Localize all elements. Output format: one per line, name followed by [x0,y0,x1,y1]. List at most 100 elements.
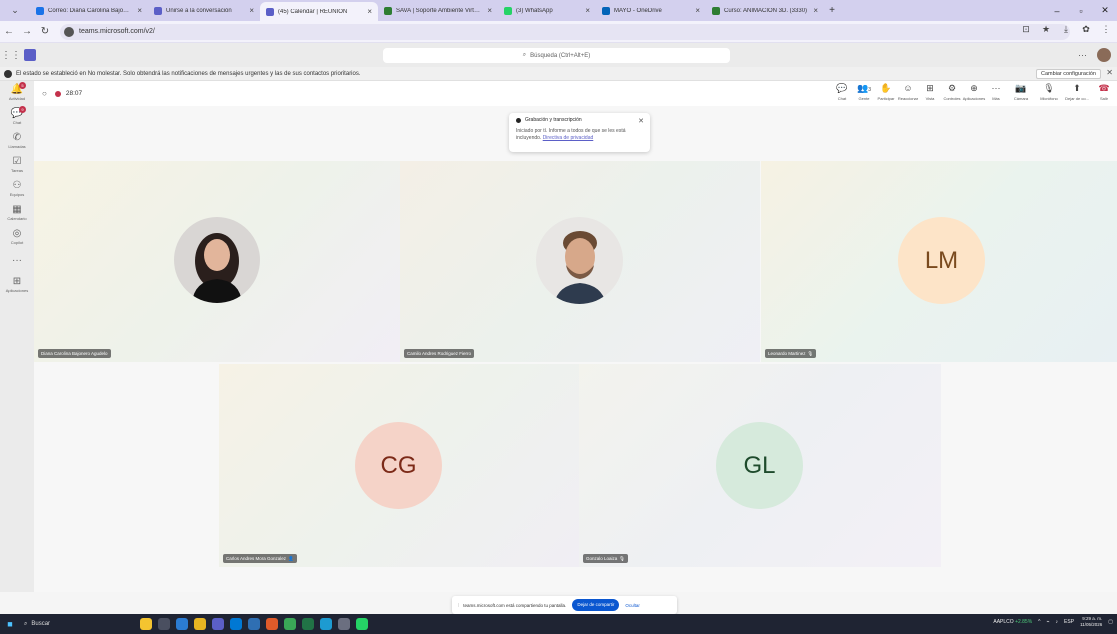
mic-control-button[interactable]: 🎙 Micrófono [1035,83,1063,101]
change-settings-button[interactable]: Cambiar configuración [1035,69,1101,79]
tab-search-icon[interactable]: ⌄ [0,0,30,21]
tab-favicon-icon [504,6,512,15]
rail-item-equipos[interactable]: ⚇ Equipos [0,177,34,199]
url-field[interactable]: teams.microsoft.com/v2/ [60,23,1070,40]
tray-overflow-icon[interactable]: ^ [1038,619,1040,625]
apps-icon: ⊞ [12,275,22,287]
clock[interactable]: 9:29 a. m. 11/05/2026 [1080,616,1102,628]
browser-tab[interactable]: Curso: ANIMACIÓN 3D. (3330) × [706,2,824,20]
close-popup-icon[interactable]: ✕ [638,117,644,125]
participant-tile-5[interactable]: GL Gonzalo Loaiza 🎙 [579,364,941,567]
stock-widget[interactable]: AAPLCO +2.85% [993,619,1032,625]
mail-icon[interactable] [338,618,350,630]
close-tab-icon[interactable]: × [487,6,492,15]
tab-favicon-icon [266,7,274,16]
forward-icon[interactable]: → [18,26,36,37]
volume-icon[interactable]: ♪ [1056,619,1059,625]
browser-tab[interactable]: Unirse a la conversación × [148,2,260,20]
more-options-icon[interactable]: ··· [1078,50,1087,60]
leave-button[interactable]: ☎ Salir [1091,83,1117,101]
stop-sharing-button[interactable]: Dejar de compartir [572,599,620,611]
record-icon [516,117,521,123]
reload-icon[interactable]: ↻ [36,26,54,37]
share-control-button[interactable]: ⬆ Dejar de co... [1063,83,1091,101]
close-tab-icon[interactable]: × [813,6,818,15]
extension-icon[interactable]: ✿ [1079,24,1093,38]
browser-tab[interactable]: (3) WhatsApp × [498,2,596,20]
close-tab-icon[interactable]: × [585,6,590,15]
participant-name-label: Gonzalo Loaiza 🎙 [583,554,628,563]
photos-icon[interactable] [320,618,332,630]
excel-icon[interactable] [302,618,314,630]
edge-icon[interactable] [176,618,188,630]
file-explorer-icon[interactable] [194,618,206,630]
tab-favicon-icon [712,6,720,15]
word-icon[interactable] [248,618,260,630]
rail-item-more[interactable]: ··· [0,249,34,271]
close-tab-icon[interactable]: × [695,6,700,15]
browser-tab[interactable]: Correo: Diana Carolina Bajonero × [30,2,148,20]
chrome-icon[interactable] [284,618,296,630]
powerpoint-icon[interactable] [266,618,278,630]
hide-share-bar-button[interactable]: Ocultar [625,603,640,608]
taskbar-search[interactable]: ⌕ Buscar [24,617,104,631]
view-control-button[interactable]: ⊞ Vista [919,83,941,101]
recording-popup-body: Iniciado por tí. Informe a todos de que … [516,128,626,141]
language-indicator[interactable]: ESP [1064,619,1074,625]
windows-start-icon[interactable]: ■ [0,619,20,629]
browser-tab[interactable]: (45) Calendar | REUNIÓN × [260,2,378,21]
rail-item-chat[interactable]: 💬 Chat 9 [0,105,34,127]
info-icon [4,69,12,78]
minimize-icon[interactable]: – [1045,0,1069,21]
close-tab-icon[interactable]: × [137,6,142,15]
screen-share-bar: ⁞ teams.microsoft.com está compartiendo … [452,596,677,614]
close-window-icon[interactable]: ✕ [1093,0,1117,21]
react-control-button[interactable]: ☺ Reaccionar [897,83,919,101]
people-control-button[interactable]: 👥3 Gente [853,83,875,101]
search-input[interactable]: ⌕ Búsqueda (Ctrl+Alt+E) [383,48,730,63]
controls-control-button[interactable]: ⚙ Controles [941,83,963,101]
whatsapp-icon[interactable] [356,618,368,630]
apps-control-button[interactable]: ⊕ Aplicaciones [963,83,985,101]
control-label: Más [992,96,1000,101]
privacy-policy-link[interactable]: Directiva de privacidad [543,135,594,141]
outlook-icon[interactable] [230,618,242,630]
downloads-icon[interactable]: ⤓ [1059,24,1073,38]
camera-control-button[interactable]: 📷 Cámara [1007,83,1035,101]
hand-control-button[interactable]: ✋ Participar [875,83,897,101]
user-avatar[interactable] [1097,48,1111,62]
network-icon[interactable]: ⌁ [1047,619,1050,625]
participant-tile-2[interactable]: Camilo Andres Rodriguez Fierro [400,161,760,362]
chat-control-button[interactable]: 💬 Chat [831,83,853,101]
browser-tab[interactable]: MAYO - OneDrive × [596,2,706,20]
participant-tile-3[interactable]: LM Leonardo Martinez 🎙 [761,161,1117,362]
back-icon[interactable]: ← [0,26,18,37]
bookmark-star-icon[interactable]: ★ [1039,24,1053,38]
install-icon[interactable]: ⊡ [1019,24,1033,38]
rail-item-tareas[interactable]: ☑ Tareas [0,153,34,175]
close-tab-icon[interactable]: × [367,7,372,16]
notifications-icon[interactable]: ▢ [1108,619,1113,625]
participant-tile-1[interactable]: Diana Carolina Bajonero Agudelo [34,161,400,362]
meeting-info-icon[interactable]: ○ [42,89,47,98]
more-control-button[interactable]: ··· Más [985,83,1007,101]
rail-item-actividad[interactable]: 🔔 Actividad 5 [0,81,34,103]
browser-tab[interactable]: SAVA | Soporte Ambiente Virtual × [378,2,498,20]
participant-tile-4[interactable]: CG Carlos Andres Mora Gonzalez 👤 [219,364,579,567]
rail-item-aplicaciones[interactable]: ⊞ Aplicaciones [0,273,34,295]
browser-menu-icon[interactable]: ⋮ [1099,24,1113,38]
widgets-icon[interactable] [140,618,152,630]
task-view-icon[interactable] [158,618,170,630]
hang-up-icon: ☎ [1098,83,1110,93]
site-info-icon[interactable] [64,26,74,37]
drag-handle-icon[interactable]: ⁞ [458,603,459,608]
new-tab-button[interactable]: + [824,5,840,16]
rail-item-llamadas[interactable]: ✆ Llamadas [0,129,34,151]
teams-app-icon[interactable] [212,618,224,630]
close-tab-icon[interactable]: × [249,6,254,15]
close-notice-icon[interactable]: ✕ [1106,68,1113,77]
maximize-icon[interactable]: ▫ [1069,0,1093,21]
rail-item-calendario[interactable]: ▦ Calendario [0,201,34,223]
rail-item-copilot[interactable]: ◎ Copilot [0,225,34,247]
app-launcher-icon[interactable]: ⋮⋮ [0,50,22,61]
